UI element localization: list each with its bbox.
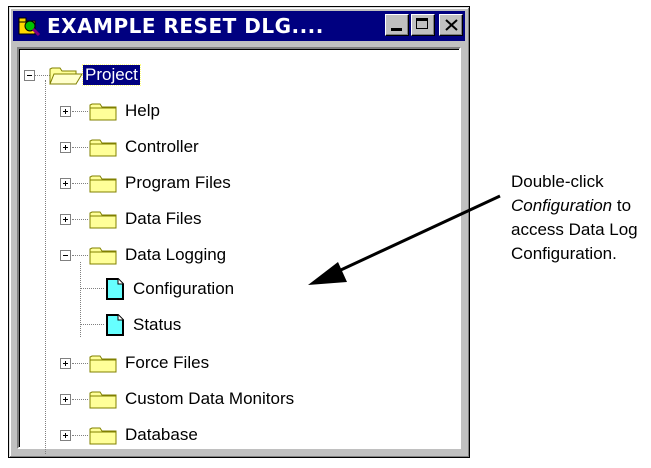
collapse-toggle[interactable] [60,250,71,261]
minimize-button[interactable] [385,14,409,36]
folder-icon [89,103,117,121]
tree-item-database[interactable]: Database [89,422,198,448]
expand-toggle[interactable] [60,142,71,153]
tree-item-label: Force Files [125,353,210,372]
expand-toggle[interactable] [60,394,71,405]
folder-icon [89,211,117,229]
collapse-toggle[interactable] [24,70,35,81]
tree-connector [45,80,46,454]
tree-item-status[interactable]: Status [106,312,181,338]
tree-item-label: Data Files [125,209,202,228]
tree-item-label: Configuration [133,279,235,298]
tree-item-force-files[interactable]: Force Files [89,350,209,376]
tree-item-data-files[interactable]: Data Files [89,206,202,232]
tree-item-program-files[interactable]: Program Files [89,170,231,196]
callout-line: Configuration. [511,244,617,263]
folder-icon [89,247,117,265]
tree-connector [80,324,104,325]
expand-toggle[interactable] [60,106,71,117]
callout-annotation: Double-click Configuration to access Dat… [511,170,651,266]
expand-toggle[interactable] [60,214,71,225]
tree-item-controller[interactable]: Controller [89,134,199,160]
tree-item-configuration[interactable]: Configuration [106,276,234,302]
folder-icon [89,355,117,373]
tree-item-label: Project [82,64,141,86]
callout-line: Configuration to [511,196,632,215]
open-folder-icon [49,67,83,85]
app-icon [17,15,41,37]
expand-toggle[interactable] [60,358,71,369]
tree-connector [80,262,81,337]
title-bar[interactable]: EXAMPLE RESET DLG.... [13,11,465,41]
folder-icon [89,139,117,157]
tree-item-label: Controller [125,137,199,156]
tree-item-label: Program Files [125,173,231,192]
reset-dialog-window: EXAMPLE RESET DLG.... Project Help Contr… [8,6,470,458]
tree-item-label: Custom Data Monitors [125,389,295,408]
tree-item-help[interactable]: Help [89,98,160,124]
maximize-button[interactable] [411,14,435,36]
tree-item-data-logging[interactable]: Data Logging [89,242,226,268]
tree-root-project[interactable]: Project [49,62,141,88]
tree-item-label: Data Logging [125,245,227,264]
tree-connector [80,288,104,289]
window-title: EXAMPLE RESET DLG.... [47,14,324,38]
tree-item-label: Status [133,315,182,334]
close-button[interactable] [439,14,463,36]
expand-toggle[interactable] [60,430,71,441]
tree-item-label: Help [125,101,160,120]
folder-icon [89,175,117,193]
folder-icon [89,427,117,445]
document-icon [106,314,124,336]
expand-toggle[interactable] [60,178,71,189]
folder-icon [89,391,117,409]
close-icon [445,19,458,31]
tree-item-label: Database [125,425,198,444]
callout-line: access Data Log [511,220,638,239]
tree-item-custom-data-monitors[interactable]: Custom Data Monitors [89,386,294,412]
project-tree-view[interactable]: Project Help Controller Program Files Da… [17,47,461,454]
document-icon [106,278,124,300]
callout-line: Double-click [511,172,604,191]
